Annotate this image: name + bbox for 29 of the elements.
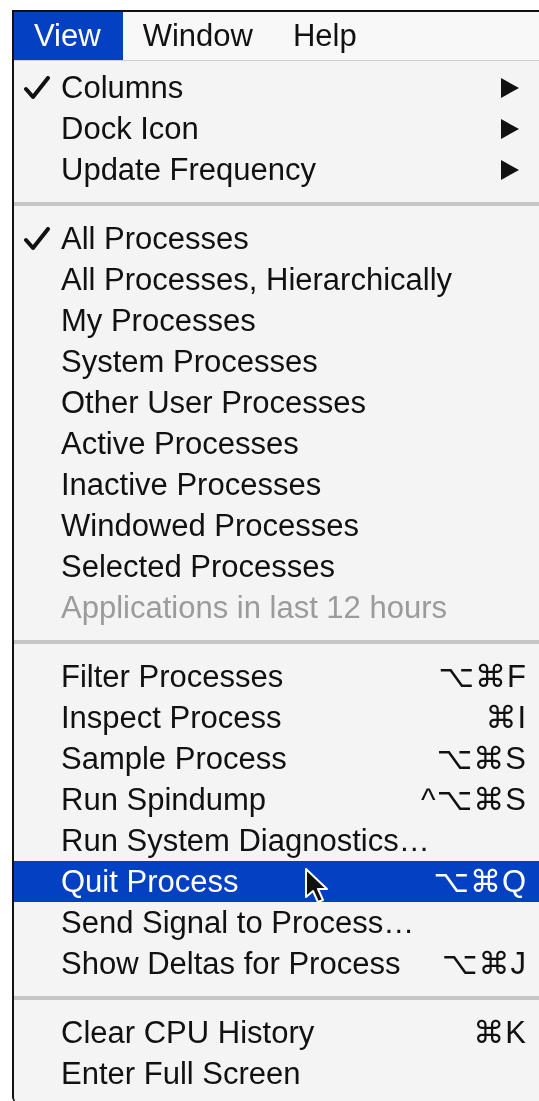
menu-item[interactable]: Other User Processes <box>14 382 539 423</box>
menu-bar-item[interactable]: Help <box>272 12 377 60</box>
menu-item[interactable]: Active Processes <box>14 423 539 464</box>
cursor-icon <box>304 867 330 905</box>
menu-item[interactable]: Run Spindump ^⌥⌘S <box>14 779 539 820</box>
menu-item[interactable]: Show Deltas for Process ⌥⌘J <box>14 943 539 984</box>
menu-item[interactable]: Dock Icon <box>14 108 539 149</box>
menu-item[interactable]: Selected Processes <box>14 546 539 587</box>
menu-item[interactable]: Clear CPU History ⌘K <box>14 1012 539 1053</box>
menu-bar-item[interactable]: Window <box>122 12 273 60</box>
menu-item[interactable]: Enter Full Screen <box>14 1053 539 1094</box>
menu-bar-item[interactable]: View <box>14 12 123 60</box>
menu-item[interactable]: All Processes, Hierarchically <box>14 259 539 300</box>
submenu-arrow-icon <box>501 118 519 139</box>
menu-item[interactable]: Columns <box>14 67 539 108</box>
menu-item[interactable]: Update Frequency <box>14 149 539 190</box>
menu-item[interactable]: Windowed Processes <box>14 505 539 546</box>
menu-item[interactable]: Inspect Process ⌘I <box>14 697 539 738</box>
menu-item[interactable]: Quit Process ⌥⌘Q <box>14 861 539 902</box>
menu-item[interactable]: Filter Processes ⌥⌘F <box>14 656 539 697</box>
menu-item[interactable]: All Processes <box>14 218 539 259</box>
menu-item[interactable]: Run System Diagnostics… <box>14 820 539 861</box>
menu-item[interactable]: Send Signal to Process… <box>14 902 539 943</box>
menu-item[interactable]: My Processes <box>14 300 539 341</box>
menu-item[interactable]: Sample Process ⌥⌘S <box>14 738 539 779</box>
menu-item[interactable]: System Processes <box>14 341 539 382</box>
menu-item[interactable]: Inactive Processes <box>14 464 539 505</box>
submenu-arrow-icon <box>501 77 519 98</box>
submenu-arrow-icon <box>501 159 519 180</box>
